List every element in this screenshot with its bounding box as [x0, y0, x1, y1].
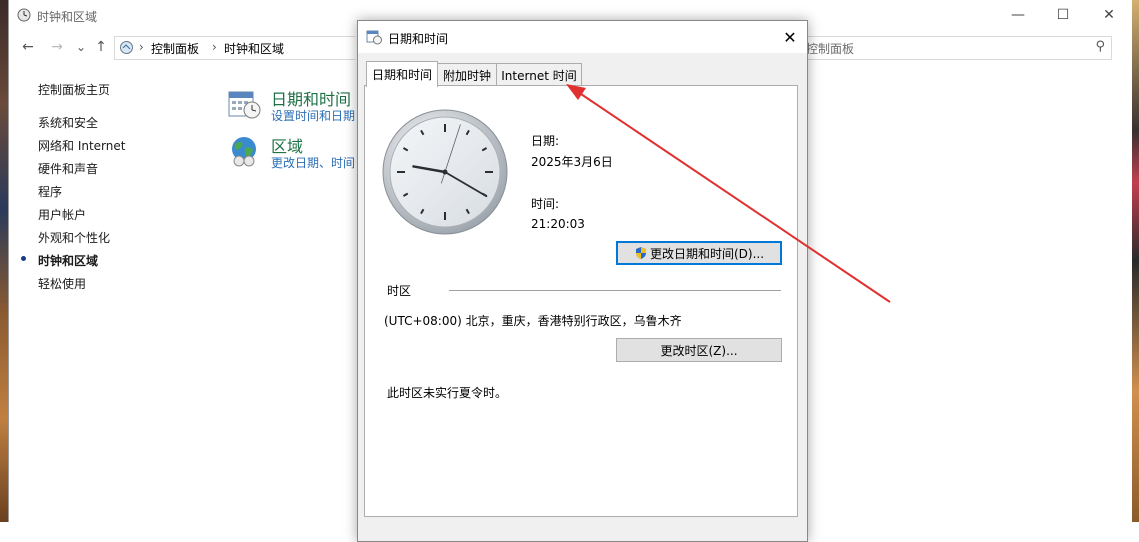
address-bar[interactable]: › 控制面板 › 时钟和区域	[114, 36, 355, 60]
up-button[interactable]: ↑	[91, 37, 111, 57]
date-time-dialog: 日期和时间 ✕ 日期和时间 附加时钟 Internet 时间 日期: 2025年…	[357, 20, 808, 542]
time-value: 21:20:03	[531, 217, 585, 231]
date-label: 日期:	[531, 134, 560, 148]
change-datetime-label: 更改日期和时间(D)...	[649, 246, 765, 261]
sidebar-item-user-accounts[interactable]: 用户帐户	[38, 206, 86, 223]
category-region-link[interactable]: 更改日期、时间	[271, 154, 355, 171]
globe-icon	[232, 137, 256, 167]
search-box[interactable]: 控制面板 ⚲	[806, 36, 1112, 60]
dialog-close-button[interactable]: ✕	[778, 25, 802, 49]
change-datetime-button[interactable]: 更改日期和时间(D)...	[616, 241, 782, 265]
date-value: 2025年3月6日	[531, 155, 613, 169]
recent-locations-dropdown[interactable]: ⌄	[71, 37, 91, 57]
tab-additional-clocks[interactable]: 附加时钟	[436, 63, 498, 86]
timezone-separator	[449, 290, 781, 291]
uac-shield-icon	[635, 247, 646, 259]
search-input[interactable]: 控制面板	[806, 40, 854, 57]
tab-panel: 日期: 2025年3月6日 时间: 21:20:03 更改日期和时间(D)...…	[364, 85, 798, 517]
dialog-titlebar: 日期和时间 ✕	[358, 21, 807, 53]
timezone-header: 时区	[387, 284, 412, 298]
breadcrumb-separator: ›	[139, 40, 144, 54]
dst-note: 此时区未实行夏令时。	[387, 386, 508, 400]
minimize-button[interactable]: —	[995, 0, 1041, 30]
timezone-value: (UTC+08:00) 北京，重庆，香港特别行政区，乌鲁木齐	[384, 314, 682, 328]
sidebar-home-link[interactable]: 控制面板主页	[38, 81, 110, 98]
desktop-background-right	[1131, 0, 1139, 522]
forward-button[interactable]: →	[47, 37, 67, 57]
change-timezone-button[interactable]: 更改时区(Z)...	[616, 338, 782, 362]
sidebar-item-programs[interactable]: 程序	[38, 183, 62, 200]
sidebar-item-hardware-sound[interactable]: 硬件和声音	[38, 160, 98, 177]
breadcrumb-control-panel[interactable]: 控制面板	[151, 40, 199, 57]
sidebar-item-clock-region[interactable]: 时钟和区域	[38, 252, 98, 269]
desktop-background-left	[0, 0, 8, 522]
sidebar-item-system-security[interactable]: 系统和安全	[38, 114, 98, 131]
close-button[interactable]: ✕	[1086, 0, 1132, 30]
breadcrumb-separator: ›	[212, 40, 217, 54]
sidebar-item-appearance[interactable]: 外观和个性化	[38, 229, 110, 246]
tab-internet-time[interactable]: Internet 时间	[496, 63, 582, 86]
category-datetime-link[interactable]: 设置时间和日期	[271, 107, 355, 124]
dialog-title: 日期和时间	[388, 32, 449, 46]
control-panel-icon	[120, 41, 133, 54]
search-icon[interactable]: ⚲	[1095, 39, 1105, 54]
maximize-button[interactable]: ☐	[1040, 0, 1086, 30]
calendar-clock-icon	[228, 91, 261, 119]
clock-region-icon	[17, 8, 31, 22]
sidebar-item-network-internet[interactable]: 网络和 Internet	[38, 137, 125, 154]
analog-clock	[382, 109, 508, 235]
sidebar-item-ease-of-access[interactable]: 轻松使用	[38, 275, 86, 292]
clock-center	[442, 169, 448, 175]
calendar-clock-icon	[366, 30, 382, 45]
window-title: 时钟和区域	[37, 10, 98, 24]
back-button[interactable]: ←	[18, 37, 38, 57]
time-label: 时间:	[531, 197, 560, 211]
tab-date-time[interactable]: 日期和时间	[366, 61, 438, 87]
breadcrumb-clock-region[interactable]: 时钟和区域	[224, 40, 284, 57]
current-section-bullet	[21, 256, 26, 261]
